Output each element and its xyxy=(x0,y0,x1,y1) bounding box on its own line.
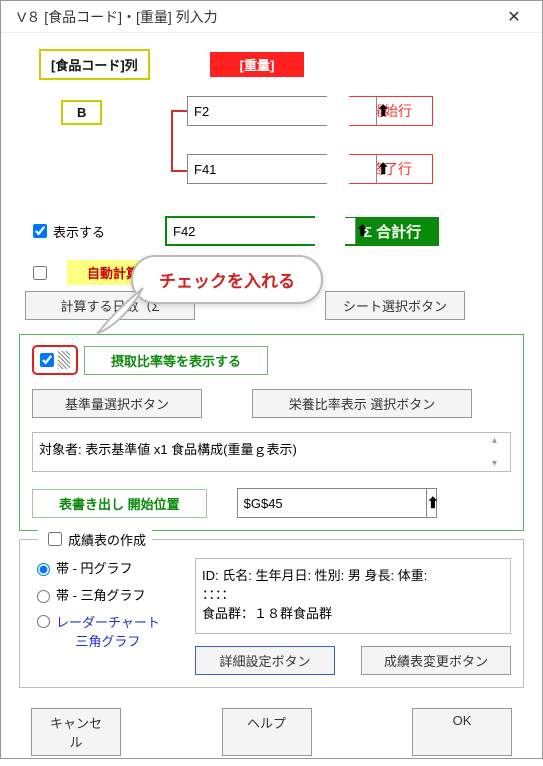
standard-amount-button[interactable]: 基準量選択ボタン xyxy=(32,389,202,418)
start-row-input[interactable]: ⬆ xyxy=(187,96,327,126)
report-title: 成績表の作成 xyxy=(68,530,146,549)
ok-button[interactable]: OK xyxy=(412,708,512,756)
header-labels: [食品コード]列 [重量] xyxy=(39,49,524,80)
export-cell-input[interactable]: ⬆ xyxy=(237,488,437,518)
detail-settings-button[interactable]: 詳細設定ボタン xyxy=(195,646,335,675)
ratio-checkbox[interactable] xyxy=(40,353,54,367)
radio-radar-label-a: レーダーチャート xyxy=(56,615,160,630)
radio-band-triangle-input[interactable] xyxy=(37,590,50,603)
window-title: V８ [食品コード]・[重量] 列入力 xyxy=(17,7,218,27)
bracket-icon xyxy=(171,110,187,172)
calc-days-button[interactable]: 計算する日数（Σ xyxy=(25,291,195,320)
arrow-up-icon[interactable]: ⬆ xyxy=(376,97,390,125)
footer-buttons: キャンセル ヘルプ OK xyxy=(19,696,524,756)
arrow-up-icon[interactable]: ⬆ xyxy=(355,218,369,244)
report-preview-line1: ID: 氏名: 生年月日: 性別: 男 身長: 体重: xyxy=(202,565,504,584)
close-icon[interactable]: ✕ xyxy=(494,3,534,31)
sheet-select-button[interactable]: シート選択ボタン xyxy=(325,291,465,320)
weight-label: [重量] xyxy=(210,52,305,77)
radio-radar-label-b: 三角グラフ xyxy=(75,634,140,649)
export-cell-field[interactable] xyxy=(238,489,426,517)
sum-row: 表示する ⬆ — Σ 合計行 xyxy=(29,216,524,246)
radio-band-pie-input[interactable] xyxy=(37,563,50,576)
report-title-checkbox-input[interactable] xyxy=(48,532,62,546)
report-preview[interactable]: ID: 氏名: 生年月日: 性別: 男 身長: 体重: ：：：： 食品群：１８群… xyxy=(195,558,511,634)
arrow-up-icon[interactable]: ⬆ xyxy=(426,489,440,517)
export-position-label: 表書き出し 開始位置 xyxy=(32,489,207,518)
auto-calc-row: 自動計算式を組み込む xyxy=(29,260,524,285)
content: [食品コード]列 [重量] B ⬆ – 開始行 ⬆ xyxy=(1,33,542,766)
calc-row: 計算する日数（Σ シート選択ボタン xyxy=(19,291,524,320)
help-button[interactable]: ヘルプ xyxy=(222,708,312,756)
report-title-checkbox[interactable]: 成績表の作成 xyxy=(38,529,152,549)
auto-calc-strip: 自動計算式を組み込む xyxy=(67,260,237,285)
end-row-input[interactable]: ⬆ xyxy=(187,154,327,184)
radio-radar-label: レーダーチャート 三角グラフ xyxy=(56,612,160,650)
hatch-icon xyxy=(58,351,70,369)
end-row: ⬆ – 終了行 xyxy=(187,154,433,184)
display-checkbox-label: 表示する xyxy=(53,222,105,241)
report-change-button[interactable]: 成績表変更ボタン xyxy=(361,646,511,675)
arrow-up-icon[interactable]: ⬆ xyxy=(376,155,390,183)
radio-radar[interactable]: レーダーチャート 三角グラフ xyxy=(32,612,177,650)
ratio-checkbox-label: 摂取比率等を表示する xyxy=(84,346,268,375)
scroll-arrows[interactable]: ▴▾ xyxy=(492,435,508,469)
radio-band-pie[interactable]: 帯 - 円グラフ xyxy=(32,558,177,577)
nutrient-ratio-display-button[interactable]: 栄養比率表示 選択ボタン xyxy=(252,389,472,418)
food-code-col-label: [食品コード]列 xyxy=(39,49,150,80)
sum-row-field[interactable] xyxy=(167,218,355,244)
sum-row-input[interactable]: ⬆ xyxy=(165,216,315,246)
report-preview-line3: 食品群：１８群食品群 xyxy=(202,603,504,622)
start-row: ⬆ – 開始行 xyxy=(187,96,433,126)
report-preview-line2: ：：：： xyxy=(202,584,504,603)
radio-band-triangle[interactable]: 帯 - 三角グラフ xyxy=(32,585,177,604)
report-radio-group: 帯 - 円グラフ 帯 - 三角グラフ レーダーチャート 三角グラフ xyxy=(32,558,177,650)
cancel-button[interactable]: キャンセル xyxy=(31,708,121,756)
ratio-checkbox-highlight xyxy=(32,345,78,375)
target-text[interactable]: 対象者: 表示基準値 x1 食品構成(重量ｇ表示) ▴▾ xyxy=(32,432,511,472)
display-checkbox[interactable]: 表示する xyxy=(29,221,149,241)
report-group: 成績表の作成 帯 - 円グラフ 帯 - 三角グラフ レーダーチ xyxy=(19,539,524,688)
radio-radar-input[interactable] xyxy=(37,615,50,628)
auto-calc-checkbox[interactable] xyxy=(33,266,47,280)
dialog-window: V８ [食品コード]・[重量] 列入力 ✕ [食品コード]列 [重量] B ⬆ … xyxy=(0,0,543,759)
display-checkbox-input[interactable] xyxy=(33,224,47,238)
start-row-field[interactable] xyxy=(188,97,376,125)
end-row-field[interactable] xyxy=(188,155,376,183)
radio-band-pie-label: 帯 - 円グラフ xyxy=(56,558,133,577)
ratio-group: 摂取比率等を表示する 基準量選択ボタン 栄養比率表示 選択ボタン 対象者: 表示… xyxy=(19,334,524,531)
target-text-content: 対象者: 表示基準値 x1 食品構成(重量ｇ表示) xyxy=(39,442,297,457)
column-letter: B xyxy=(61,100,102,125)
radio-band-triangle-label: 帯 - 三角グラフ xyxy=(56,585,146,604)
titlebar: V８ [食品コード]・[重量] 列入力 ✕ xyxy=(1,1,542,33)
